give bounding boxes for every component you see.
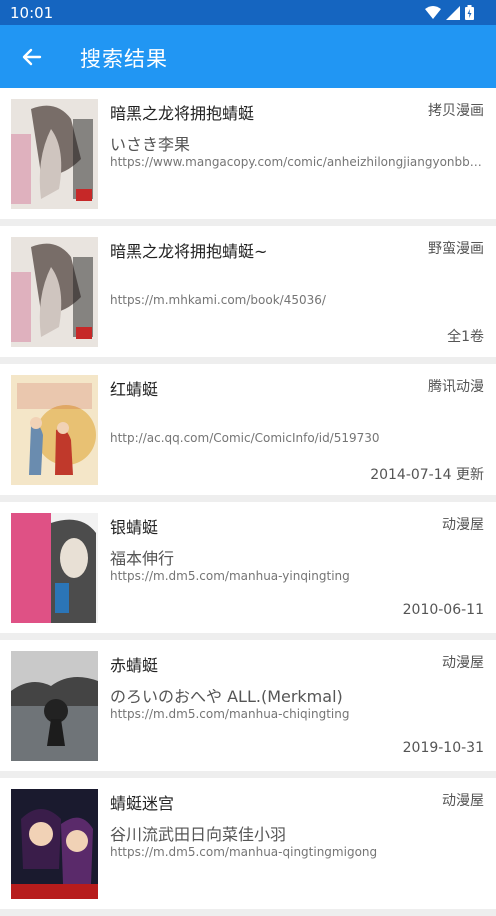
result-source: 动漫屋 <box>442 517 484 533</box>
result-card[interactable]: 红蜻蜓 腾讯动漫 http://ac.qq.com/Comic/ComicInf… <box>0 364 496 495</box>
result-title: 暗黑之龙将拥抱蜻蜓 <box>110 104 255 123</box>
result-author: いさき李果 <box>110 135 191 154</box>
result-title: 银蜻蜓 <box>110 518 159 537</box>
result-url: https://m.dm5.com/manhua-chiqingting <box>110 707 350 721</box>
result-title: 蜻蜓迷宫 <box>110 794 175 813</box>
result-title: 红蜻蜓 <box>110 380 159 399</box>
cover-image <box>11 789 98 899</box>
search-results-list[interactable]: 暗黑之龙将拥抱蜻蜓 拷贝漫画 いさき李果 https://www.mangaco… <box>0 88 496 916</box>
back-button[interactable] <box>14 39 50 75</box>
result-meta: 2019-10-31 <box>402 740 484 756</box>
result-card[interactable]: 银蜻蜓 动漫屋 福本伸行 https://m.dm5.com/manhua-yi… <box>0 502 496 633</box>
result-card[interactable]: 蜻蜓迷宫 动漫屋 谷川流武田日向菜佳小羽 https://m.dm5.com/m… <box>0 778 496 909</box>
status-bar: 10:01 <box>0 0 496 25</box>
cover-image <box>11 375 98 485</box>
result-title: 暗黑之龙将拥抱蜻蜓~ <box>110 242 268 261</box>
result-url: https://www.mangacopy.com/comic/anheizhi… <box>110 155 484 169</box>
result-source: 动漫屋 <box>442 655 484 671</box>
result-meta: 2010-06-11 <box>402 602 484 618</box>
result-author: のろいのおへや ALL.(Merkmal) <box>110 687 343 706</box>
wifi-icon <box>425 5 441 19</box>
result-meta: 2014-07-14 更新 <box>370 467 484 483</box>
cover-image <box>11 513 98 623</box>
result-title: 赤蜻蜓 <box>110 656 159 675</box>
result-author: 福本伸行 <box>110 549 175 568</box>
result-url: https://m.mhkami.com/book/45036/ <box>110 293 326 307</box>
result-source: 腾讯动漫 <box>428 379 484 395</box>
result-meta: 全1卷 <box>447 329 484 345</box>
app-bar: 搜索结果 <box>0 25 496 88</box>
cover-image <box>11 651 98 761</box>
page-title: 搜索结果 <box>80 47 168 71</box>
result-card[interactable]: 暗黑之龙将拥抱蜻蜓~ 野蛮漫画 https://m.mhkami.com/boo… <box>0 226 496 357</box>
result-url: https://m.dm5.com/manhua-yinqingting <box>110 569 350 583</box>
result-source: 拷贝漫画 <box>428 103 484 119</box>
result-url: http://ac.qq.com/Comic/ComicInfo/id/5197… <box>110 431 380 445</box>
status-icons <box>425 4 474 21</box>
arrow-left-icon <box>22 48 42 66</box>
result-url: https://m.dm5.com/manhua-qingtingmigong <box>110 845 378 859</box>
result-card[interactable]: 赤蜻蜓 动漫屋 のろいのおへや ALL.(Merkmal) https://m.… <box>0 640 496 771</box>
result-source: 动漫屋 <box>442 793 484 809</box>
result-author: 谷川流武田日向菜佳小羽 <box>110 825 287 844</box>
status-time: 10:01 <box>10 4 54 22</box>
cover-image <box>11 237 98 347</box>
result-card[interactable]: 暗黑之龙将拥抱蜻蜓 拷贝漫画 いさき李果 https://www.mangaco… <box>0 88 496 219</box>
signal-icon <box>446 5 460 20</box>
cover-image <box>11 99 98 209</box>
result-source: 野蛮漫画 <box>428 241 484 257</box>
battery-icon <box>465 5 474 20</box>
